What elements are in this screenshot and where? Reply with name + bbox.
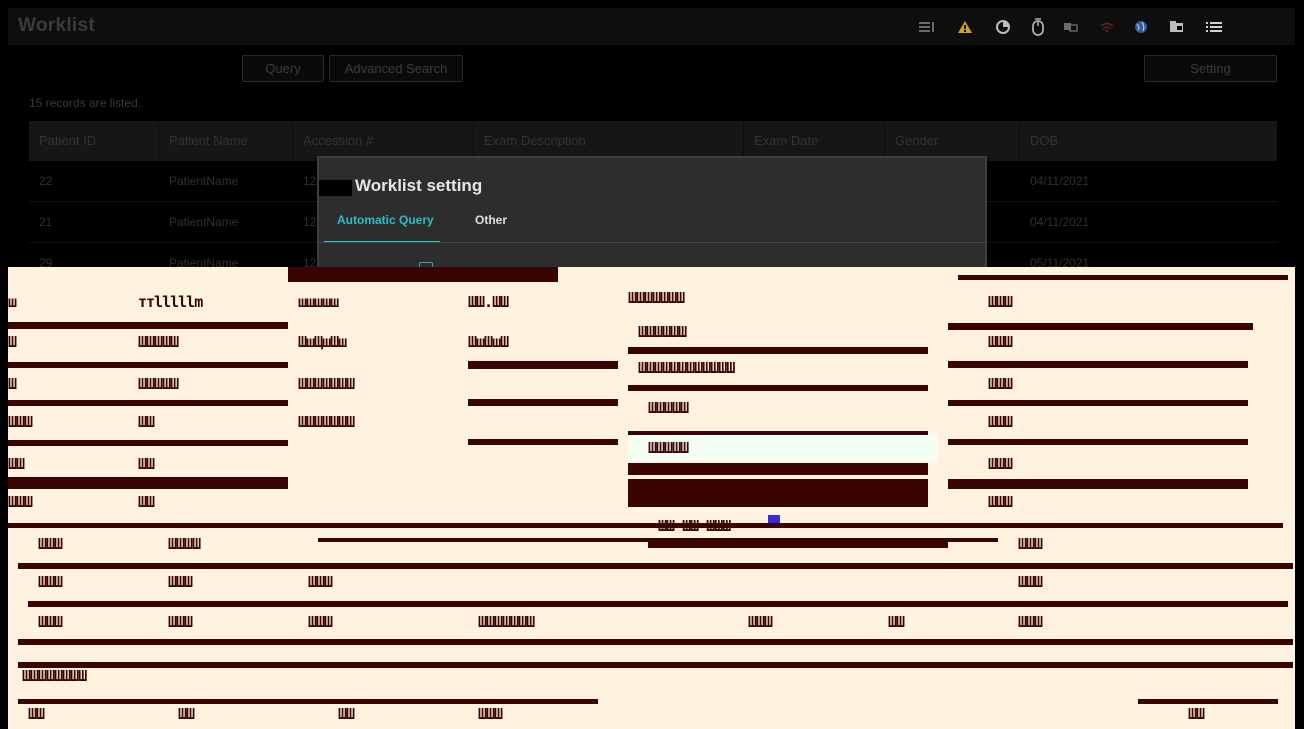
- cell-dob: 04/11/2021: [1030, 215, 1090, 229]
- tab-other[interactable]: Other: [475, 213, 507, 227]
- warning-icon[interactable]: [955, 17, 975, 37]
- tab-divider: [319, 242, 985, 243]
- cell-patient-name: PatientName: [169, 215, 239, 229]
- dialog-title: Worklist setting: [355, 176, 483, 195]
- globe-icon[interactable]: [1131, 17, 1151, 37]
- title-mark: [319, 180, 352, 196]
- query-button[interactable]: Query: [242, 55, 324, 82]
- cell-patient-id: 22: [39, 174, 53, 188]
- col-dob[interactable]: DOB: [1020, 121, 1277, 161]
- pie-chart-icon[interactable]: [993, 17, 1013, 37]
- setting-button[interactable]: Setting: [1144, 55, 1277, 82]
- display-icon[interactable]: [1061, 17, 1081, 37]
- col-exam-description[interactable]: Exam Description: [474, 121, 744, 161]
- corrupted-region: ш ттlllllm шшшшш ШШ.ШШ ШШШШШШШ ШШШ Ш ШШШ…: [8, 267, 1295, 729]
- col-gender[interactable]: Gender: [885, 121, 1020, 161]
- page-title: Worklist: [18, 15, 96, 36]
- tab-automatic-query[interactable]: Automatic Query: [337, 213, 434, 227]
- network-icon[interactable]: [1097, 17, 1117, 37]
- cell-dob: 04/11/2021: [1030, 174, 1090, 188]
- cell-patient-name: PatientName: [169, 174, 239, 188]
- col-patient-id[interactable]: Patient ID: [29, 121, 159, 161]
- table-header: Patient ID Patient Name Accession # Exam…: [29, 121, 1277, 161]
- menu-icon[interactable]: [1204, 17, 1224, 37]
- cell-patient-id: 21: [39, 215, 53, 229]
- list-rows-icon[interactable]: [917, 17, 937, 37]
- folder-icon[interactable]: [1167, 17, 1187, 37]
- records-count: 15 records are listed.: [29, 96, 142, 110]
- col-accession[interactable]: Accession #: [293, 121, 474, 161]
- col-exam-date[interactable]: Exam Date: [744, 121, 885, 161]
- advanced-search-button[interactable]: Advanced Search: [329, 55, 463, 82]
- col-patient-name[interactable]: Patient Name: [159, 121, 293, 161]
- title-bar: Worklist: [8, 8, 1295, 45]
- mouse-icon[interactable]: [1028, 17, 1048, 37]
